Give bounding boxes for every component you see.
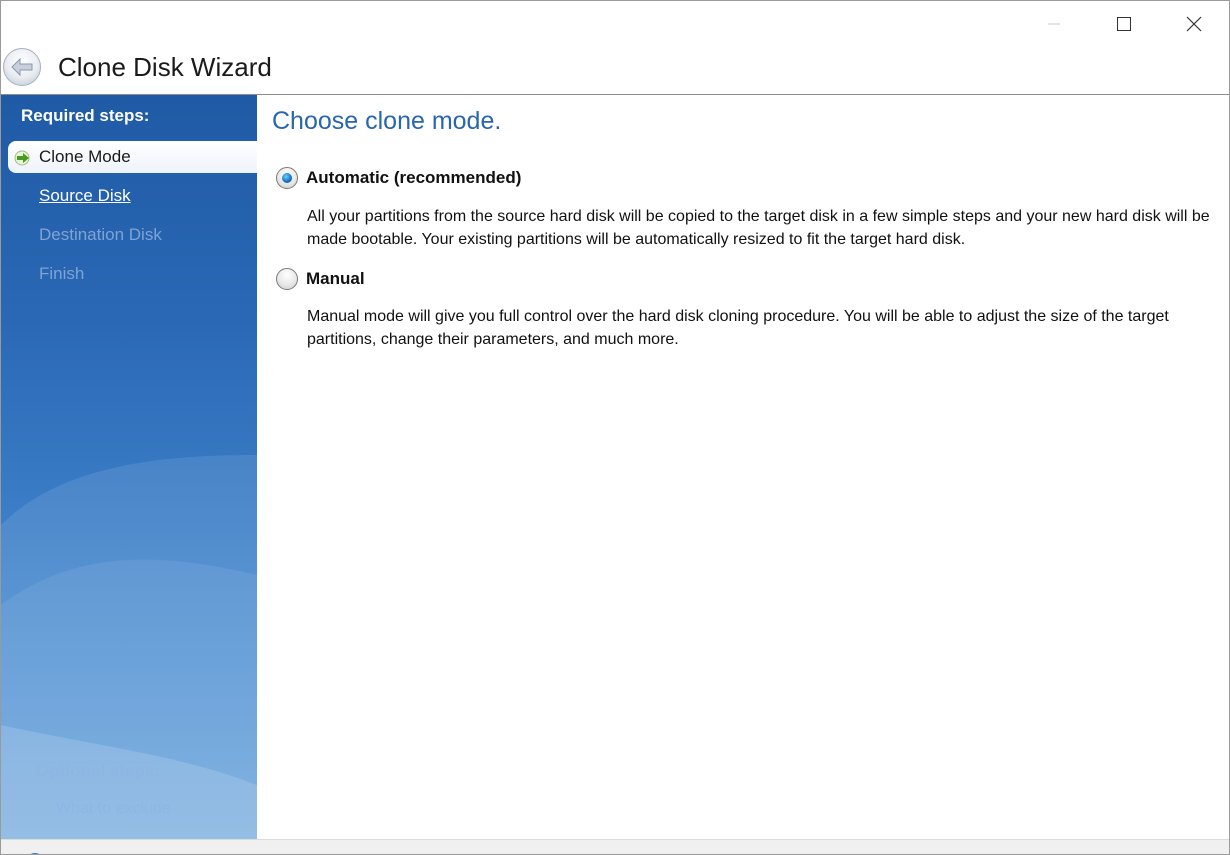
automatic-radio[interactable] (276, 167, 298, 189)
steps-sidebar: Required steps: Clone Mode Source Disk D… (1, 95, 257, 839)
required-steps-heading: Required steps: (21, 106, 150, 125)
automatic-option[interactable]: Automatic (recommended) (276, 167, 521, 189)
sidebar-item-what-to-exclude: What to exclude (56, 800, 171, 817)
clone-disk-wizard-window: Clone Disk Wizard Required steps: Clone … (0, 0, 1230, 855)
window-controls (1019, 1, 1229, 47)
bottom-button-bar (1, 839, 1229, 854)
green-arrow-icon (14, 150, 30, 166)
main-content: Choose clone mode. Automatic (recommende… (257, 95, 1229, 839)
back-button[interactable] (3, 48, 41, 86)
close-button[interactable] (1159, 1, 1229, 47)
title-bar: Clone Disk Wizard (1, 1, 1229, 94)
page-title: Choose clone mode. (272, 107, 502, 135)
manual-radio[interactable] (276, 268, 298, 290)
automatic-description: All your partitions from the source hard… (307, 208, 1210, 248)
optional-steps-heading: Optional steps: (36, 761, 160, 780)
sidebar-item-finish: Finish (39, 264, 85, 283)
manual-radio-label[interactable]: Manual (306, 269, 365, 289)
sidebar-item-destination-disk: Destination Disk (39, 225, 162, 244)
manual-description: Manual mode will give you full control o… (307, 308, 1169, 348)
minimize-icon (1048, 23, 1060, 25)
maximize-button[interactable] (1089, 1, 1159, 47)
sidebar-item-label-clone-mode[interactable]: Clone Mode (39, 147, 131, 167)
minimize-button[interactable] (1019, 1, 1089, 47)
wizard-title: Clone Disk Wizard (58, 52, 272, 82)
close-icon (1186, 16, 1202, 32)
manual-option[interactable]: Manual (276, 268, 365, 290)
sidebar-item-source-disk[interactable]: Source Disk (39, 186, 131, 206)
automatic-radio-label[interactable]: Automatic (recommended) (306, 168, 521, 188)
maximize-icon (1117, 17, 1131, 31)
back-arrow-icon (11, 57, 33, 77)
